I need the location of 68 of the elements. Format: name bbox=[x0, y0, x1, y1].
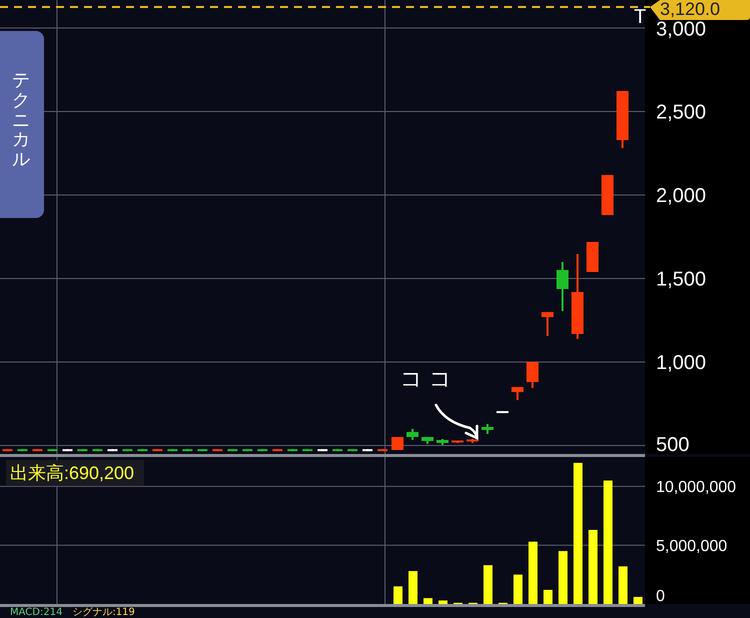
volume-bar bbox=[424, 598, 432, 604]
candlestick bbox=[228, 449, 238, 452]
candlestick bbox=[602, 175, 614, 216]
volume-bar bbox=[618, 566, 628, 604]
candlestick bbox=[212, 449, 222, 452]
candlestick bbox=[422, 436, 434, 444]
candlestick bbox=[616, 91, 628, 148]
volume-bar bbox=[528, 542, 538, 604]
candlestick bbox=[318, 449, 328, 452]
candlestick bbox=[198, 449, 208, 452]
candlestick bbox=[168, 449, 178, 452]
marker-label: T bbox=[634, 6, 646, 28]
candlestick bbox=[586, 242, 598, 272]
candlestick bbox=[392, 436, 404, 450]
volume-bar bbox=[438, 600, 448, 604]
candlestick bbox=[512, 387, 524, 400]
handwritten-note: コ コ bbox=[400, 366, 452, 391]
signal-label: シグナル:119 bbox=[72, 607, 135, 618]
candlestick bbox=[2, 449, 12, 452]
y-axis-tick-label: 500 bbox=[656, 434, 690, 454]
candlestick bbox=[18, 449, 28, 452]
y-axis-tick-label: 10,000,000 bbox=[656, 479, 736, 496]
candlestick bbox=[436, 438, 448, 445]
candlestick bbox=[32, 449, 42, 452]
volume-bar bbox=[394, 586, 402, 604]
y-axis-tick-label: 2,500 bbox=[656, 102, 706, 124]
candlestick bbox=[362, 449, 372, 452]
candlestick bbox=[348, 449, 358, 452]
y-axis-tick-label: 1,500 bbox=[656, 268, 706, 291]
candlestick bbox=[242, 449, 252, 452]
candlestick bbox=[288, 449, 298, 452]
candlestick bbox=[78, 449, 88, 452]
candlestick bbox=[482, 424, 494, 434]
candlestick bbox=[526, 362, 538, 388]
candlestick bbox=[92, 449, 102, 452]
y-axis-tick-label: 5,000,000 bbox=[656, 538, 728, 555]
candlestick bbox=[496, 411, 508, 414]
candlestick bbox=[62, 449, 72, 452]
y-axis-tick-label: 0 bbox=[656, 588, 665, 604]
candlestick bbox=[48, 449, 58, 452]
price-badge: 3,120.0 bbox=[650, 0, 750, 20]
macd-label: MACD:214 bbox=[10, 607, 62, 618]
volume-label: 出来高:690,200 bbox=[6, 460, 144, 486]
volume-bar bbox=[558, 551, 568, 604]
technical-tab[interactable]: テクニカル bbox=[0, 31, 44, 218]
candlestick bbox=[452, 440, 464, 443]
y-axis-tick-label: 1,000 bbox=[656, 352, 706, 374]
candlestick bbox=[378, 449, 388, 452]
candlestick bbox=[182, 449, 192, 452]
candlestick bbox=[138, 449, 148, 452]
candlestick bbox=[332, 449, 342, 452]
candlestick bbox=[122, 449, 132, 452]
y-axis-tick-label: 2,000 bbox=[656, 185, 706, 208]
volume-bar bbox=[484, 565, 492, 604]
candlestick bbox=[406, 428, 418, 440]
volume-bar bbox=[514, 574, 522, 604]
arrow-icon bbox=[434, 404, 478, 440]
candlestick bbox=[152, 449, 162, 452]
candlestick bbox=[556, 262, 568, 312]
candlestick bbox=[108, 449, 118, 452]
candlestick bbox=[272, 449, 282, 452]
candlestick bbox=[302, 449, 312, 452]
candlestick bbox=[542, 312, 554, 336]
y-axis-tick-label: 3,000 bbox=[656, 18, 706, 40]
candlestick bbox=[258, 449, 268, 452]
candlestick bbox=[466, 438, 478, 443]
volume-bar bbox=[544, 590, 552, 604]
volume-bar bbox=[408, 571, 418, 604]
